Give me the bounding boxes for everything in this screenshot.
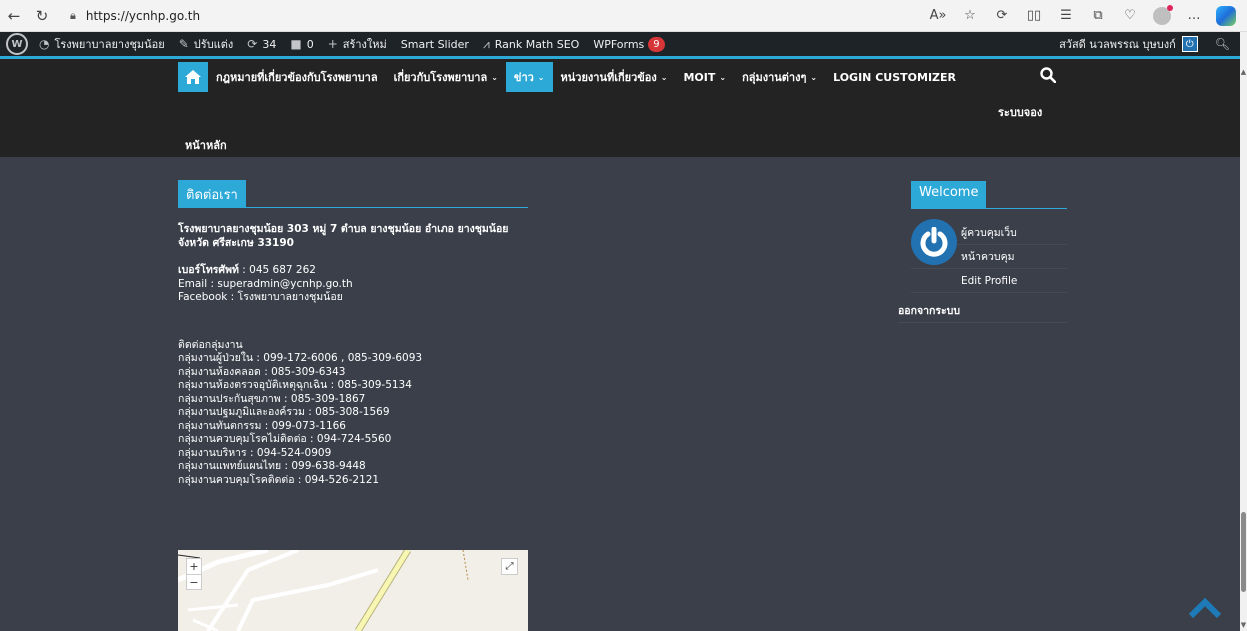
back-arrow-icon[interactable]: ← xyxy=(0,2,28,30)
map-embed[interactable]: + − ⤢ xyxy=(178,550,528,631)
admin-bar-wpforms[interactable]: WPForms 9 xyxy=(586,32,671,56)
contact-phone: เบอร์โทรศัพท์ : 045 687 262 xyxy=(178,264,316,276)
updates-icon: ⟳ xyxy=(247,37,258,51)
split-screen-icon[interactable]: ▯▯ xyxy=(1019,3,1049,29)
url-text: https://ycnhp.go.th xyxy=(85,8,201,23)
more-options-icon[interactable]: … xyxy=(1179,3,1209,29)
scroll-down-arrow-icon[interactable]: ▼ xyxy=(1240,621,1247,629)
address-bar[interactable]: 🔒︎ https://ycnhp.go.th xyxy=(70,3,910,29)
group-line: กลุ่มงานทันตกรรม : 099-073-1166 xyxy=(178,419,346,432)
contact-groups: ติดต่อกลุ่มงาน กลุ่มงานผู้ป่วยใน : 099-1… xyxy=(178,339,528,488)
admin-bar-site-name[interactable]: ◔ โรงพยาบาลยางชุมน้อย xyxy=(32,32,172,56)
menu-item-login-customizer[interactable]: LOGIN CUSTOMIZER xyxy=(825,62,964,92)
main-menu: กฎหมายที่เกี่ยวข้องกับโรงพยาบาล เกี่ยวกั… xyxy=(178,62,964,92)
group-line: กลุ่มงานปฐมภูมิและองค์รวม : 085-308-1569 xyxy=(178,406,390,418)
welcome-widget: Welcome ผู้ควบคุมเว็บ หน้าควบคุม Edit Pr… xyxy=(898,181,1067,323)
menu-item-booking[interactable]: ระบบจอง xyxy=(998,103,1042,121)
page-scrollbar[interactable]: ▲ ▼ xyxy=(1240,32,1247,631)
contact-email: Email : superadmin@ycnhp.go.th xyxy=(178,277,353,290)
contact-details: เบอร์โทรศัพท์ : 045 687 262 Email : supe… xyxy=(178,264,528,305)
scroll-up-arrow-icon[interactable]: ▲ xyxy=(1240,68,1247,76)
dashboard-icon: ◔ xyxy=(39,37,50,51)
admin-bar-new[interactable]: + สร้างใหม่ xyxy=(321,32,394,56)
profile-avatar-icon[interactable] xyxy=(1147,3,1177,29)
menu-item-agencies[interactable]: หน่วยงานที่เกี่ยวข้อง ⌄ xyxy=(553,62,676,92)
admin-bar-updates[interactable]: ⟳ 34 xyxy=(240,32,283,56)
menu-item-moit[interactable]: MOIT ⌄ xyxy=(675,62,734,92)
group-line: กลุ่มงานประกันสุขภาพ : 085-309-1867 xyxy=(178,392,366,405)
wpforms-badge: 9 xyxy=(648,36,665,52)
wp-admin-bar: W ◔ โรงพยาบาลยางชุมน้อย ✎ ปรับแต่ง ⟳ 34 … xyxy=(0,32,1240,56)
scroll-thumb[interactable] xyxy=(1241,512,1246,592)
menu-item-groups[interactable]: กลุ่มงานต่างๆ ⌄ xyxy=(734,62,825,92)
browser-toolbar: ← ↻ 🔒︎ https://ycnhp.go.th A» ☆ ⟳ ▯▯ ☰ ⧉… xyxy=(0,0,1247,32)
group-line: กลุ่มงานแพทย์แผนไทย : 099-638-9448 xyxy=(178,460,366,472)
admin-search-icon[interactable]: 🔍︎ xyxy=(1205,37,1240,51)
contact-title: ติดต่อเรา xyxy=(178,180,246,207)
wordpress-logo-icon[interactable]: W xyxy=(6,33,28,55)
zoom-out-button[interactable]: − xyxy=(187,574,201,589)
map-zoom-controls: + − xyxy=(186,558,202,590)
search-icon[interactable] xyxy=(1040,67,1057,87)
expand-icon[interactable]: ⤢ xyxy=(501,558,518,575)
favorites-list-icon[interactable]: ☰ xyxy=(1051,3,1081,29)
group-line: กลุ่มงานควบคุมโรคไม่ติดต่อ : 094-724-556… xyxy=(178,433,392,445)
map-roads xyxy=(178,550,469,631)
groups-title: ติดต่อกลุ่มงาน xyxy=(178,338,243,351)
chevron-down-icon: ⌄ xyxy=(660,72,668,82)
plus-icon: + xyxy=(327,37,338,51)
user-avatar-icon: ⏻ xyxy=(1181,36,1198,52)
group-line: กลุ่มงานห้องตรวจอุบัติเหตุฉุกเฉิน : 085-… xyxy=(178,379,412,391)
read-aloud-icon[interactable]: A» xyxy=(923,3,953,29)
reload-icon[interactable]: ↻ xyxy=(28,2,56,30)
comment-icon: ■ xyxy=(290,37,302,51)
chevron-down-icon: ⌄ xyxy=(537,72,545,82)
copilot-icon[interactable] xyxy=(1211,3,1241,29)
rank-math-icon: ⩘ xyxy=(482,36,490,51)
admin-bar-customize[interactable]: ✎ ปรับแต่ง xyxy=(172,32,241,56)
group-line: กลุ่มงานควบคุมโรคติดต่อ : 094-526-2121 xyxy=(178,473,380,486)
menu-item-law[interactable]: กฎหมายที่เกี่ยวข้องกับโรงพยาบาล xyxy=(208,62,386,92)
admin-bar-account[interactable]: สวัสดี นวลพรรณ บุษบงก์ ⏻ xyxy=(1052,32,1205,56)
chevron-down-icon: ⌄ xyxy=(810,72,818,82)
admin-bar-smart-slider[interactable]: Smart Slider xyxy=(394,32,476,56)
zoom-in-button[interactable]: + xyxy=(187,559,201,574)
group-line: กลุ่มงานบริหาร : 094-524-0909 xyxy=(178,446,332,459)
menu-item-homepage[interactable]: หน้าหลัก xyxy=(185,136,227,154)
logout-link[interactable]: ออกจากระบบ xyxy=(898,299,1067,323)
collections-icon[interactable]: ⧉ xyxy=(1083,3,1113,29)
home-icon[interactable] xyxy=(178,62,208,92)
contact-facebook: Facebook : โรงพยาบาลยางชุมน้อย xyxy=(178,291,343,303)
welcome-title-bar: Welcome xyxy=(911,181,1067,209)
chevron-down-icon: ⌄ xyxy=(719,72,727,82)
lock-icon: 🔒︎ xyxy=(70,8,76,22)
contact-address: โรงพยาบาลยางชุมน้อย 303 หมู่ 7 ตำบล ยางช… xyxy=(178,223,509,249)
contact-title-bar: ติดต่อเรา xyxy=(178,180,528,208)
group-line: กลุ่มงานผู้ป่วยใน : 099-172-6006 , 085-3… xyxy=(178,352,423,364)
welcome-title: Welcome xyxy=(911,181,987,208)
back-to-top-icon[interactable] xyxy=(1188,597,1222,622)
menu-item-about[interactable]: เกี่ยวกับโรงพยาบาล ⌄ xyxy=(386,62,506,92)
admin-bar-rank-math[interactable]: ⩘ Rank Math SEO xyxy=(476,32,586,56)
extensions-icon[interactable]: ⟳ xyxy=(987,3,1017,29)
admin-bar-comments[interactable]: ■ 0 xyxy=(283,32,320,56)
power-avatar-icon xyxy=(911,219,957,265)
brush-icon: ✎ xyxy=(178,37,189,51)
favorite-star-icon[interactable]: ☆ xyxy=(955,3,985,29)
contact-widget: ติดต่อเรา โรงพยาบาลยางชุมน้อย 303 หมู่ 7… xyxy=(178,180,528,487)
menu-item-news[interactable]: ข่าว ⌄ xyxy=(505,62,553,92)
chevron-down-icon: ⌄ xyxy=(491,72,498,82)
performance-icon[interactable]: ♡ xyxy=(1115,3,1145,29)
link-edit-profile[interactable]: Edit Profile xyxy=(911,269,1067,293)
site-header: กฎหมายที่เกี่ยวข้องกับโรงพยาบาล เกี่ยวกั… xyxy=(0,56,1240,157)
group-line: กลุ่มงานห้องคลอด : 085-309-6343 xyxy=(178,365,346,378)
